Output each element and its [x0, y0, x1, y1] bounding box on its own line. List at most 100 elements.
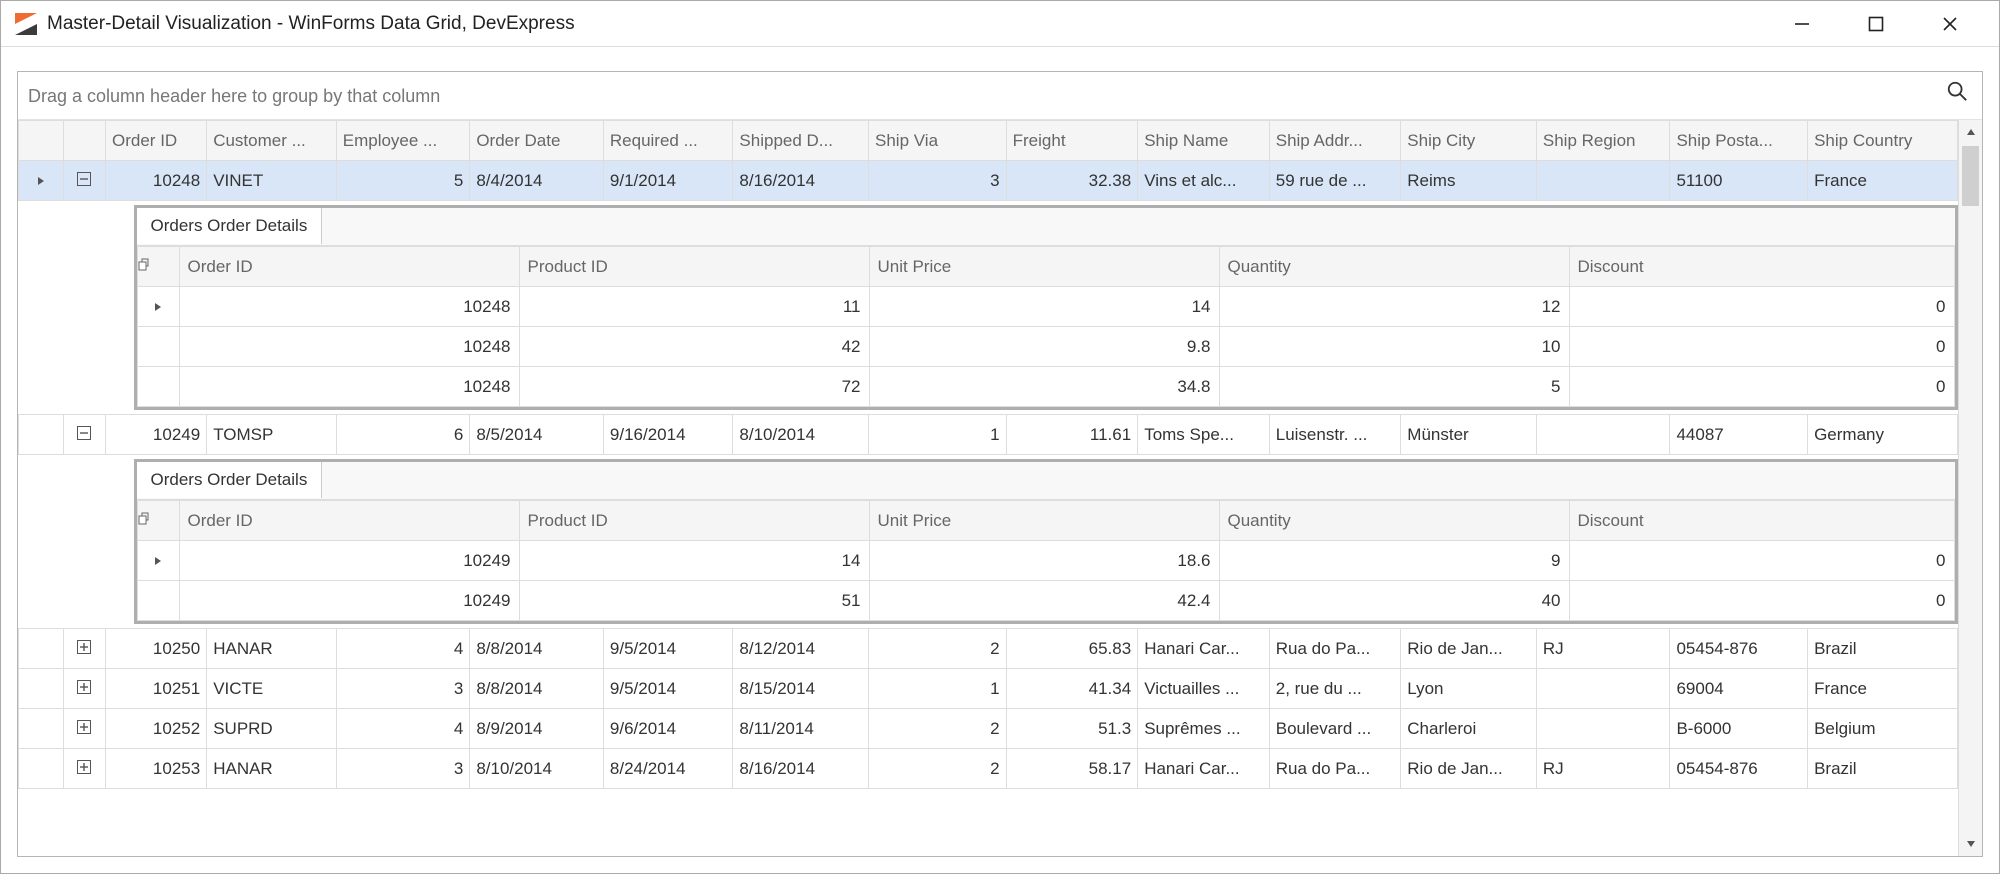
cell-shipCity[interactable]: Münster — [1401, 415, 1537, 455]
cell-orderDate[interactable]: 8/4/2014 — [470, 161, 604, 201]
cell-employeeId[interactable]: 6 — [336, 415, 470, 455]
vertical-scrollbar[interactable] — [1958, 120, 1982, 856]
close-button[interactable] — [1927, 6, 1973, 42]
detail-col-orderId[interactable]: Order ID — [179, 501, 519, 541]
cell-shipName[interactable]: Hanari Car... — [1138, 629, 1270, 669]
col-header-shipRegion[interactable]: Ship Region — [1536, 121, 1670, 161]
cell-shippedDate[interactable]: 8/11/2014 — [733, 709, 869, 749]
detail-cell-discount[interactable]: 0 — [1569, 327, 1954, 367]
detail-cell-discount[interactable]: 0 — [1569, 581, 1954, 621]
cell-customerId[interactable]: HANAR — [207, 749, 337, 789]
detail-row[interactable]: 102487234.850 — [137, 367, 1954, 407]
detail-col-productId[interactable]: Product ID — [519, 501, 869, 541]
cell-customerId[interactable]: HANAR — [207, 629, 337, 669]
cell-shipCity[interactable]: Rio de Jan... — [1401, 629, 1537, 669]
master-row[interactable]: 10253HANAR38/10/20148/24/20148/16/201425… — [19, 749, 1958, 789]
cell-shipRegion[interactable] — [1536, 669, 1670, 709]
cell-orderDate[interactable]: 8/8/2014 — [470, 629, 604, 669]
cell-employeeId[interactable]: 4 — [336, 629, 470, 669]
detail-row[interactable]: 102481114120 — [137, 287, 1954, 327]
detail-cell-quantity[interactable]: 40 — [1219, 581, 1569, 621]
detail-cell-productId[interactable]: 14 — [519, 541, 869, 581]
cell-orderId[interactable]: 10249 — [106, 415, 207, 455]
detail-cell-productId[interactable]: 72 — [519, 367, 869, 407]
detail-cell-unitPrice[interactable]: 14 — [869, 287, 1219, 327]
detail-cell-quantity[interactable]: 9 — [1219, 541, 1569, 581]
minimize-button[interactable] — [1779, 6, 1825, 42]
cell-requiredDate[interactable]: 9/6/2014 — [603, 709, 733, 749]
cell-shipPostal[interactable]: 44087 — [1670, 415, 1808, 455]
search-icon[interactable] — [1946, 72, 1968, 120]
detail-tab[interactable]: Orders Order Details — [137, 208, 323, 244]
col-header-shipName[interactable]: Ship Name — [1138, 121, 1270, 161]
detail-col-discount[interactable]: Discount — [1569, 247, 1954, 287]
group-panel[interactable]: Drag a column header here to group by th… — [18, 72, 1982, 120]
detail-cell-orderId[interactable]: 10249 — [179, 581, 519, 621]
cell-shippedDate[interactable]: 8/10/2014 — [733, 415, 869, 455]
expand-button[interactable] — [63, 709, 106, 749]
cell-shipVia[interactable]: 1 — [869, 669, 1007, 709]
detail-selector-header[interactable] — [137, 501, 179, 541]
cell-orderDate[interactable]: 8/9/2014 — [470, 709, 604, 749]
expand-button[interactable] — [63, 415, 106, 455]
cell-requiredDate[interactable]: 9/16/2014 — [603, 415, 733, 455]
detail-cell-discount[interactable]: 0 — [1569, 367, 1954, 407]
cell-shipAddress[interactable]: 2, rue du ... — [1269, 669, 1401, 709]
cell-shipRegion[interactable] — [1536, 415, 1670, 455]
cell-freight[interactable]: 65.83 — [1006, 629, 1138, 669]
detail-cell-orderId[interactable]: 10248 — [179, 287, 519, 327]
expand-button[interactable] — [63, 749, 106, 789]
detail-cell-discount[interactable]: 0 — [1569, 541, 1954, 581]
cell-shipCountry[interactable]: France — [1808, 669, 1958, 709]
detail-tab[interactable]: Orders Order Details — [137, 462, 323, 498]
master-row[interactable]: 10250HANAR48/8/20149/5/20148/12/2014265.… — [19, 629, 1958, 669]
master-row[interactable]: 10248VINET58/4/20149/1/20148/16/2014332.… — [19, 161, 1958, 201]
scroll-up-button[interactable] — [1959, 120, 1982, 144]
cell-shipAddress[interactable]: Luisenstr. ... — [1269, 415, 1401, 455]
cell-shipRegion[interactable] — [1536, 709, 1670, 749]
cell-requiredDate[interactable]: 9/5/2014 — [603, 629, 733, 669]
col-header-freight[interactable]: Freight — [1006, 121, 1138, 161]
detail-col-quantity[interactable]: Quantity — [1219, 247, 1569, 287]
detail-cell-quantity[interactable]: 5 — [1219, 367, 1569, 407]
cell-shipVia[interactable]: 1 — [869, 415, 1007, 455]
col-header-shipCity[interactable]: Ship City — [1401, 121, 1537, 161]
cell-orderId[interactable]: 10252 — [106, 709, 207, 749]
cell-shipAddress[interactable]: Rua do Pa... — [1269, 629, 1401, 669]
cell-orderId[interactable]: 10250 — [106, 629, 207, 669]
cell-shipCountry[interactable]: Brazil — [1808, 749, 1958, 789]
cell-orderDate[interactable]: 8/8/2014 — [470, 669, 604, 709]
cell-requiredDate[interactable]: 8/24/2014 — [603, 749, 733, 789]
detail-cell-productId[interactable]: 11 — [519, 287, 869, 327]
cell-shippedDate[interactable]: 8/15/2014 — [733, 669, 869, 709]
detail-row[interactable]: 10248429.8100 — [137, 327, 1954, 367]
cell-shipVia[interactable]: 2 — [869, 749, 1007, 789]
grid-body[interactable]: Order IDCustomer ...Employee ...Order Da… — [18, 120, 1958, 856]
scroll-down-button[interactable] — [1959, 832, 1982, 856]
detail-cell-discount[interactable]: 0 — [1569, 287, 1954, 327]
col-header-shipPostal[interactable]: Ship Posta... — [1670, 121, 1808, 161]
cell-employeeId[interactable]: 5 — [336, 161, 470, 201]
detail-col-orderId[interactable]: Order ID — [179, 247, 519, 287]
detail-row[interactable]: 102495142.4400 — [137, 581, 1954, 621]
cell-shipVia[interactable]: 2 — [869, 629, 1007, 669]
cell-customerId[interactable]: SUPRD — [207, 709, 337, 749]
detail-col-quantity[interactable]: Quantity — [1219, 501, 1569, 541]
expand-button[interactable] — [63, 629, 106, 669]
cell-shipVia[interactable]: 2 — [869, 709, 1007, 749]
cell-shipCity[interactable]: Rio de Jan... — [1401, 749, 1537, 789]
cell-shipRegion[interactable]: RJ — [1536, 749, 1670, 789]
cell-shippedDate[interactable]: 8/16/2014 — [733, 161, 869, 201]
cell-shipName[interactable]: Suprêmes ... — [1138, 709, 1270, 749]
cell-shipName[interactable]: Victuailles ... — [1138, 669, 1270, 709]
detail-cell-unitPrice[interactable]: 42.4 — [869, 581, 1219, 621]
master-row[interactable]: 10252SUPRD48/9/20149/6/20148/11/2014251.… — [19, 709, 1958, 749]
expand-button[interactable] — [63, 669, 106, 709]
cell-orderId[interactable]: 10253 — [106, 749, 207, 789]
detail-col-discount[interactable]: Discount — [1569, 501, 1954, 541]
cell-employeeId[interactable]: 3 — [336, 749, 470, 789]
cell-shipAddress[interactable]: Boulevard ... — [1269, 709, 1401, 749]
master-row[interactable]: 10251VICTE38/8/20149/5/20148/15/2014141.… — [19, 669, 1958, 709]
detail-col-productId[interactable]: Product ID — [519, 247, 869, 287]
detail-cell-orderId[interactable]: 10248 — [179, 327, 519, 367]
